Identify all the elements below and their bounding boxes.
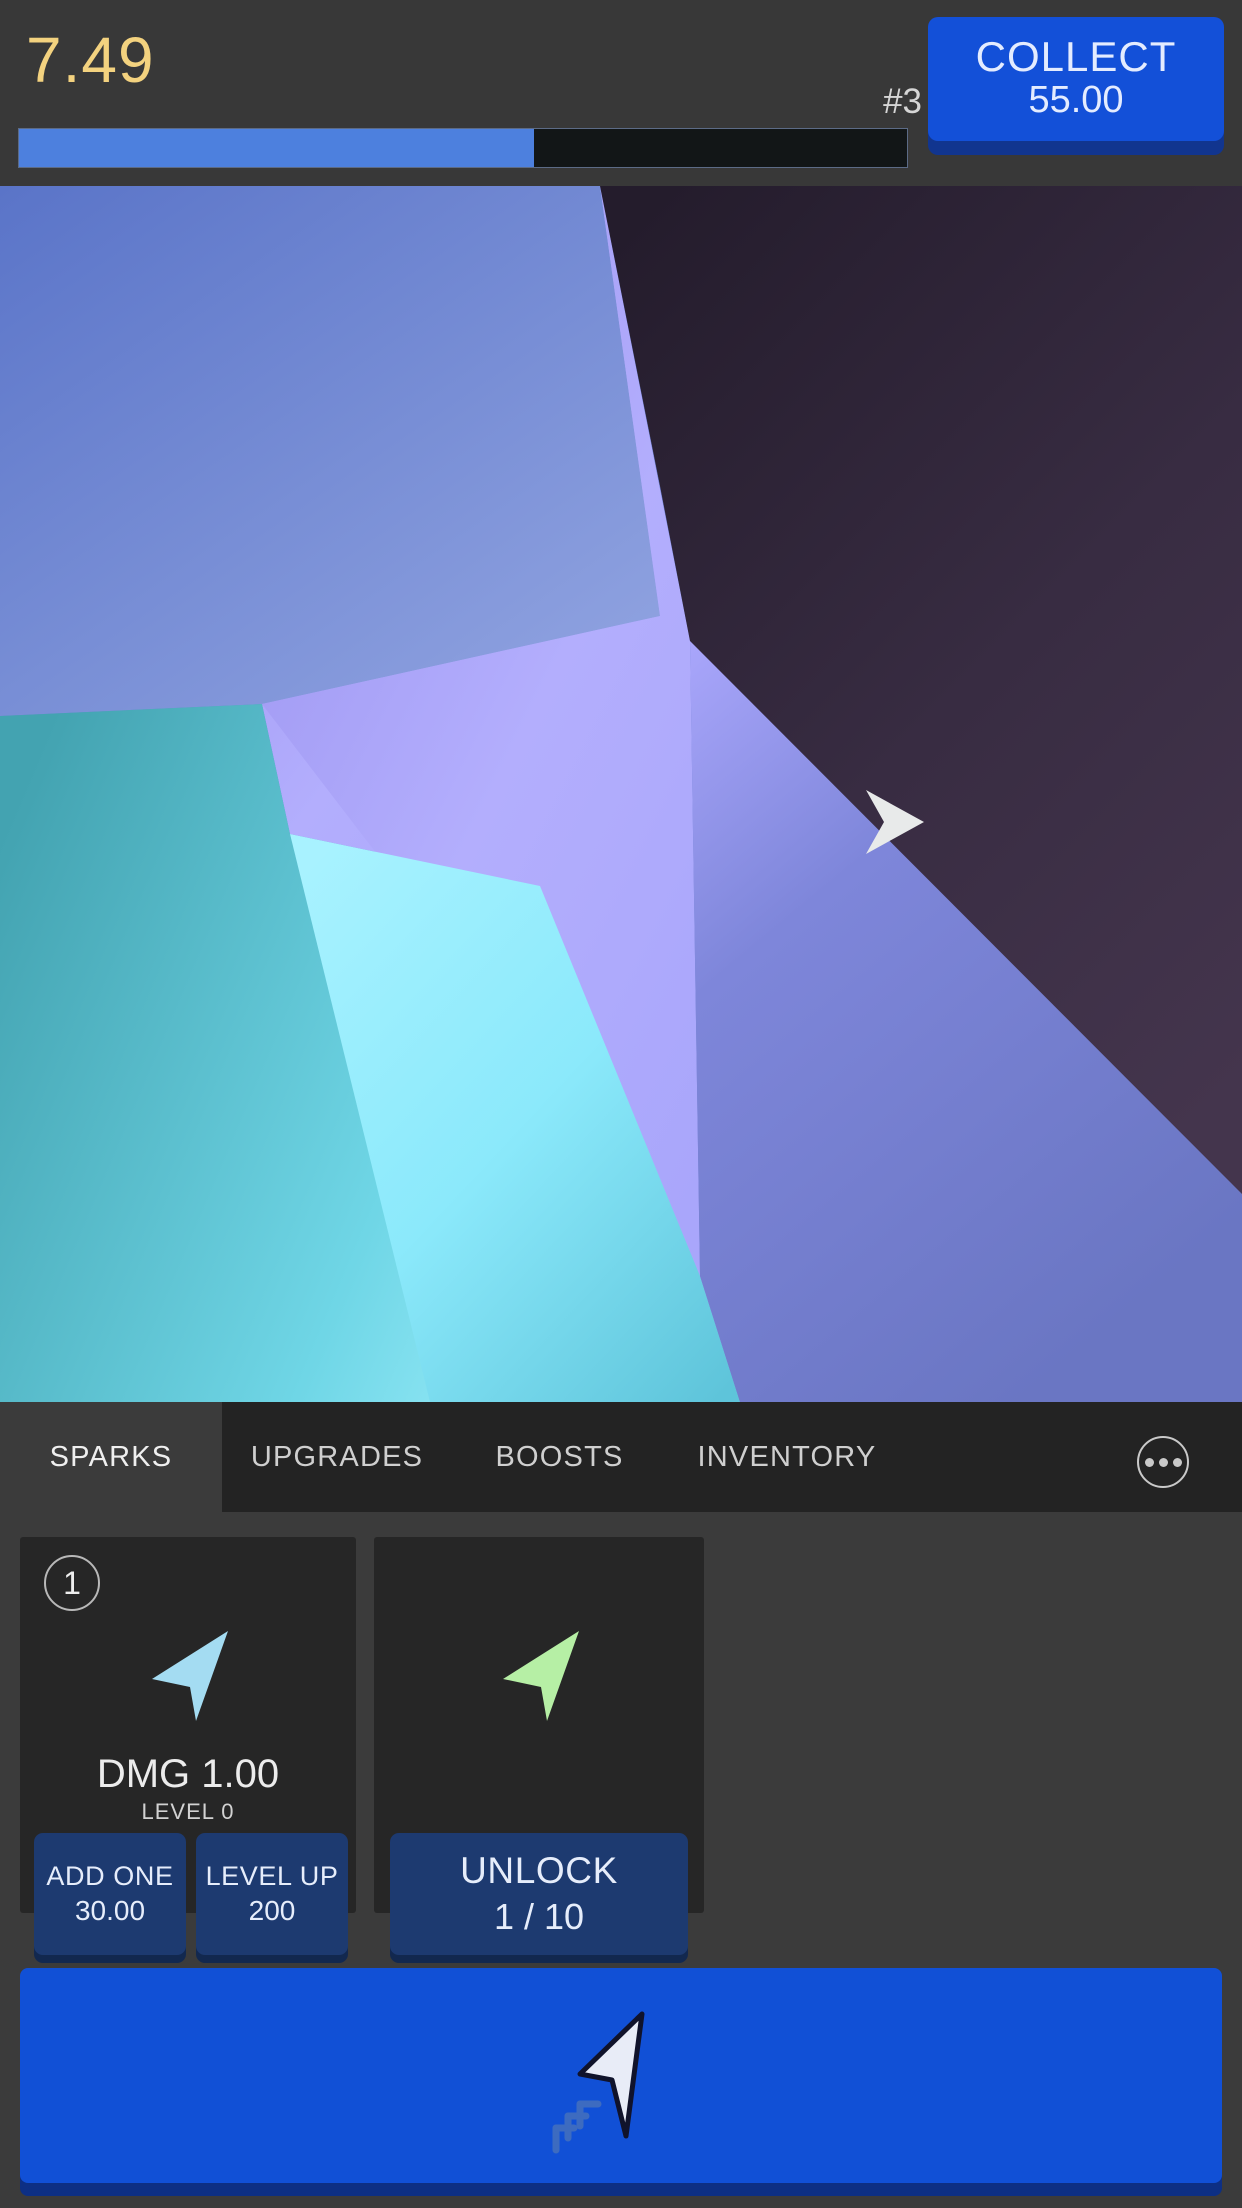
collect-button-label: COLLECT (975, 33, 1177, 81)
tab-inventory-label: INVENTORY (697, 1440, 877, 1473)
click-action-button[interactable] (20, 1968, 1222, 2198)
top-hud: 7.49 #3 COLLECT 55.00 (0, 0, 1242, 186)
add-one-button[interactable]: ADD ONE 30.00 (34, 1833, 186, 1955)
spark-card-list: 1 DMG 1.00 LEVEL 0 ADD ONE 30.00 LEVEL U… (0, 1537, 1242, 1955)
add-one-button-value: 30.00 (74, 1894, 146, 1926)
tab-inventory[interactable]: INVENTORY (667, 1402, 907, 1512)
click-action-button-face[interactable] (20, 1968, 1222, 2183)
collect-button[interactable]: COLLECT 55.00 (928, 17, 1224, 155)
unlock-button[interactable]: UNLOCK 1 / 10 (390, 1833, 688, 1955)
add-one-button-label: ADD ONE (46, 1861, 174, 1892)
level-up-button-label: LEVEL UP (205, 1861, 339, 1892)
game-screen: 7.49 #3 COLLECT 55.00 SPARKS UPGRADES BO… (0, 0, 1242, 2208)
shard-scene (0, 186, 1242, 1402)
spark-card-title: DMG 1.00 (96, 1752, 280, 1796)
tab-boosts[interactable]: BOOSTS (452, 1402, 667, 1512)
unlock-button-value: 1 / 10 (493, 1895, 585, 1937)
ellipsis-dot (1144, 1457, 1154, 1467)
tab-sparks[interactable]: SPARKS (0, 1402, 222, 1512)
progress-bar-fill (19, 129, 535, 167)
spark-card-locked[interactable]: UNLOCK 1 / 10 (374, 1537, 704, 1955)
ellipsis-dot (1172, 1457, 1182, 1467)
green-arrow-cursor-icon (374, 1593, 704, 1753)
ellipsis-icon[interactable] (1137, 1436, 1189, 1488)
collect-button-face[interactable]: COLLECT 55.00 (928, 17, 1224, 141)
rank-label: #3 (883, 82, 922, 121)
level-up-button-value: 200 (248, 1894, 296, 1926)
game-canvas[interactable] (0, 186, 1242, 1402)
tab-upgrades-label: UPGRADES (250, 1440, 424, 1473)
tab-sparks-label: SPARKS (49, 1440, 173, 1473)
shard-blue (0, 186, 660, 716)
level-up-button[interactable]: LEVEL UP 200 (196, 1833, 348, 1955)
spark-card-level: LEVEL 0 (141, 1799, 235, 1824)
unlock-button-label: UNLOCK (460, 1850, 618, 1892)
blue-arrow-cursor-icon (20, 1593, 356, 1753)
spark-card[interactable]: 1 DMG 1.00 LEVEL 0 ADD ONE 30.00 LEVEL U… (20, 1537, 356, 1955)
click-cursor-icon (552, 2011, 645, 2153)
score-value: 7.49 (26, 24, 155, 96)
tab-boosts-label: BOOSTS (495, 1440, 624, 1473)
tab-upgrades[interactable]: UPGRADES (222, 1402, 452, 1512)
collect-button-value: 55.00 (1028, 79, 1124, 122)
tab-bar: SPARKS UPGRADES BOOSTS INVENTORY (0, 1402, 1242, 1512)
ellipsis-dot (1158, 1457, 1168, 1467)
progress-bar (18, 128, 908, 168)
